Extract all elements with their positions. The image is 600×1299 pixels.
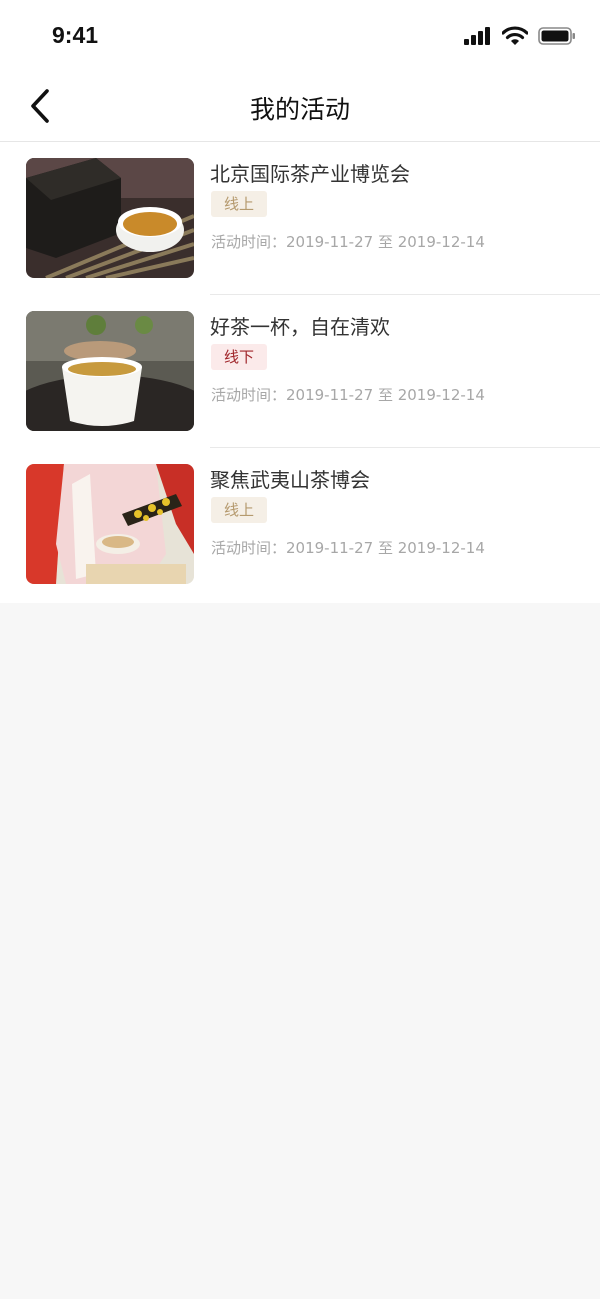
activity-title: 聚焦武夷山茶博会 <box>210 468 370 492</box>
nav-bar: 我的活动 <box>0 72 600 142</box>
activity-time: 活动时间：2019-11-27 至 2019-12-14 <box>211 386 485 404</box>
signal-icon <box>464 27 490 45</box>
status-time: 9:41 <box>52 22 99 48</box>
status-bar: 9:41 <box>0 0 600 72</box>
activity-item[interactable]: 北京国际茶产业博览会 线上 活动时间：2019-11-27 至 2019-12-… <box>0 142 600 295</box>
status-icons <box>464 26 576 46</box>
wifi-icon <box>502 26 528 45</box>
activity-item[interactable]: 聚焦武夷山茶博会 线上 活动时间：2019-11-27 至 2019-12-14 <box>0 448 600 601</box>
activity-time: 活动时间：2019-11-27 至 2019-12-14 <box>211 539 485 557</box>
battery-icon <box>538 27 575 45</box>
activity-thumbnail-tea-ceremony <box>26 464 194 584</box>
activity-item[interactable]: 好茶一杯，自在清欢 线下 活动时间：2019-11-27 至 2019-12-1… <box>0 295 600 448</box>
activity-list: 北京国际茶产业博览会 线上 活动时间：2019-11-27 至 2019-12-… <box>0 142 600 603</box>
activity-tag-online: 线上 <box>211 191 267 217</box>
activity-time: 活动时间：2019-11-27 至 2019-12-14 <box>211 233 485 251</box>
activity-title: 好茶一杯，自在清欢 <box>210 315 390 339</box>
page-title: 我的活动 <box>249 95 350 124</box>
activity-tag-offline: 线下 <box>211 344 267 370</box>
activity-title: 北京国际茶产业博览会 <box>210 162 410 186</box>
activity-thumbnail-tea-cup <box>26 311 194 431</box>
activity-thumbnail-tea-brick <box>26 158 194 278</box>
activity-tag-online: 线上 <box>211 497 267 523</box>
